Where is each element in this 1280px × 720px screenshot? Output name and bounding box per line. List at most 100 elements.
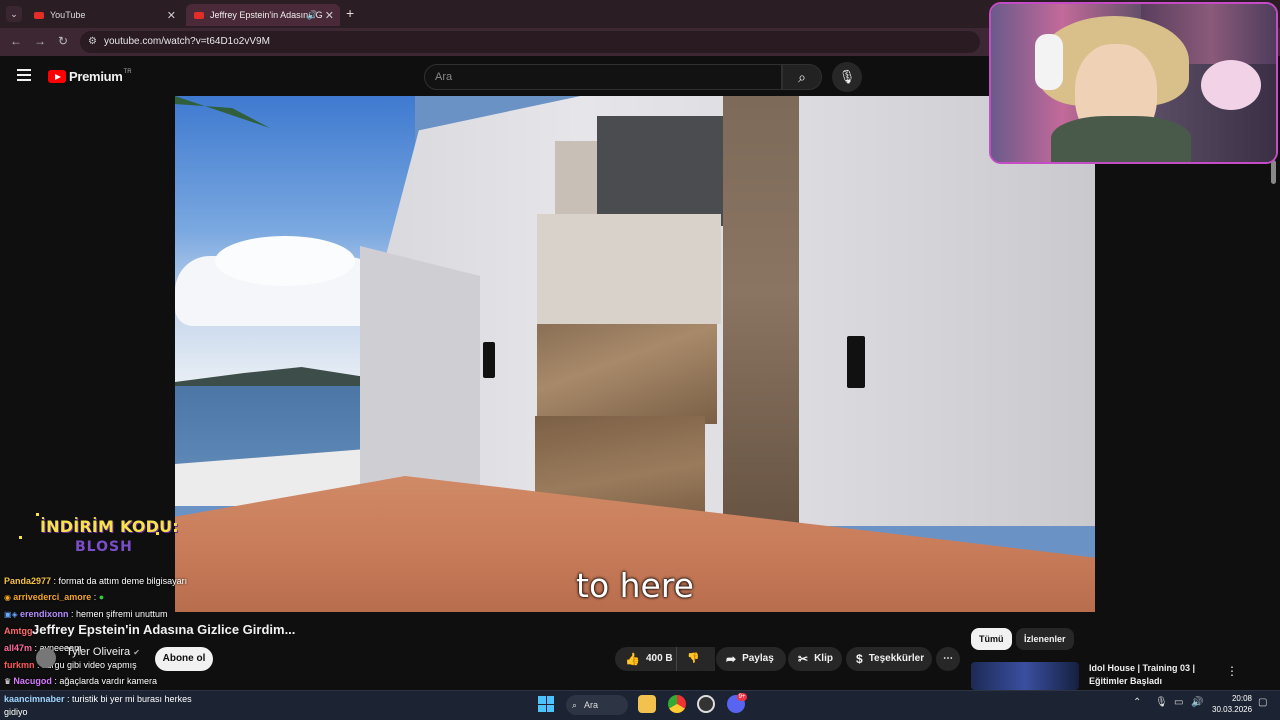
search-icon: ⌕	[798, 69, 806, 85]
channel-avatar[interactable]	[36, 648, 56, 668]
verified-icon: ✔	[133, 648, 140, 657]
chevron-up-icon[interactable]: ⌃	[1133, 697, 1141, 708]
chat-user: Nacugod	[13, 676, 52, 686]
chat-message: ◉ arrivederci_amore : ●	[4, 592, 104, 602]
youtube-favicon-icon	[34, 11, 44, 19]
chat-message: kaancimnaber : turistik bi yer mi burası…	[4, 693, 204, 719]
video-cloud	[215, 236, 355, 286]
close-icon[interactable]: ✕	[167, 9, 176, 22]
video-board	[537, 214, 721, 324]
speaker-icon[interactable]: 🔊	[307, 10, 318, 21]
video-board	[597, 116, 725, 226]
back-icon[interactable]: ←	[10, 34, 22, 48]
chat-user: all47m	[4, 643, 33, 653]
right-dark-area	[1095, 96, 1270, 612]
discord-notification-badge: 9+	[737, 693, 747, 701]
chat-message: furkmn : kurgu gibi video yapmış	[4, 660, 137, 670]
sparkle-icon	[36, 513, 39, 516]
microphone-icon: 🎙	[838, 69, 856, 84]
obs-icon[interactable]	[697, 695, 715, 713]
promo-code-label: İNDİRİM KODU:	[40, 517, 179, 536]
chat-user: furkmn	[4, 660, 35, 670]
logo-region: TR	[123, 68, 132, 75]
menu-icon[interactable]	[17, 69, 31, 81]
logo-text: Premium	[69, 69, 123, 84]
video-player[interactable]: to here	[175, 96, 1095, 612]
chat-message: ▣◈ erendixonn : hemen şifremi unuttum	[4, 609, 168, 619]
video-board	[723, 96, 799, 586]
clip-button[interactable]: ✂ Klip	[788, 647, 842, 671]
tab-search-button[interactable]: ⌄	[6, 6, 22, 22]
chat-message: ♛ Nacugod : ağaçlarda vardır kamera	[4, 676, 157, 686]
chip-watched[interactable]: İzlenenler	[1016, 628, 1074, 650]
share-label: Paylaş	[742, 653, 774, 664]
tab-label: YouTube	[50, 10, 86, 20]
badge-icon: ▣◈	[4, 610, 20, 619]
subscribe-button[interactable]: Abone ol	[155, 647, 213, 671]
volume-icon[interactable]: 🔊	[1191, 697, 1203, 708]
clock-date: 30.03.2026	[1212, 705, 1253, 714]
video-board	[537, 324, 717, 424]
chat-text: : hemen şifremi unuttum	[68, 609, 168, 619]
tab-youtube[interactable]: YouTube ✕	[26, 4, 182, 26]
chip-all[interactable]: Tümü	[971, 628, 1012, 650]
forward-icon[interactable]: →	[34, 34, 46, 48]
video-title: Jeffrey Epstein'in Adasına Gizlice Girdi…	[32, 622, 296, 637]
search-icon: ⌕	[572, 700, 578, 710]
chat-user: Panda2977	[4, 576, 52, 586]
badge-icon: ♛	[4, 677, 14, 686]
thanks-label: Teşekkürler	[868, 653, 925, 664]
sparkle-icon	[19, 536, 22, 539]
youtube-play-icon	[48, 70, 66, 83]
voice-search-button[interactable]: 🎙	[832, 62, 862, 92]
like-count: 400 B	[645, 653, 673, 664]
thanks-icon: $	[856, 652, 863, 666]
file-explorer-icon[interactable]	[638, 695, 656, 713]
dislike-button[interactable]: 👎	[676, 647, 710, 671]
chat-text: : ağaçlarda vardır kamera	[51, 676, 157, 686]
webcam-headset	[1035, 34, 1063, 90]
url-field[interactable]: ⚙ youtube.com/watch?v=t64D1o2vV9M	[80, 31, 980, 53]
chat-text: : format da attım deme bilgisayarı	[51, 576, 188, 586]
search-button[interactable]: ⌕	[782, 64, 822, 90]
chat-user: kaancimnaber	[4, 694, 65, 704]
page-scrollbar[interactable]	[1271, 160, 1276, 184]
close-icon[interactable]: ✕	[325, 9, 334, 22]
video-subtitle: to here	[576, 566, 694, 605]
webcam-plush	[1201, 60, 1261, 110]
recommendation-title[interactable]: Idol House | Training 03 | Eğitimler Baş…	[1089, 662, 1219, 688]
site-info-icon[interactable]: ⚙	[88, 31, 97, 53]
scissors-icon: ✂	[798, 652, 809, 666]
chrome-icon[interactable]	[668, 695, 686, 713]
chat-user: arrivederci_amore	[13, 592, 92, 602]
promo-code-value: BLOSH	[75, 539, 133, 555]
recommendation-thumbnail[interactable]	[971, 662, 1079, 690]
share-icon: ➦	[726, 652, 737, 666]
chat-text: :	[91, 592, 99, 602]
taskbar-search-label: Ara	[584, 700, 599, 710]
recommendation-menu-icon[interactable]: ⋮	[1226, 664, 1238, 678]
clock-time: 20:08	[1231, 694, 1252, 703]
more-actions-button[interactable]: ⋯	[936, 647, 960, 671]
microphone-icon[interactable]: 🎙	[1155, 697, 1168, 708]
share-button[interactable]: ➦ Paylaş	[716, 647, 786, 671]
video-lamp	[847, 336, 865, 388]
reload-icon[interactable]: ↻	[58, 34, 68, 48]
channel-name[interactable]: Tyler Oliveira ✔	[66, 646, 140, 658]
webcam-person-shirt	[1051, 116, 1191, 162]
chat-user: erendixonn	[19, 609, 69, 619]
network-icon[interactable]: ▭	[1174, 697, 1183, 708]
notification-icon[interactable]: ▢	[1258, 697, 1267, 708]
new-tab-button[interactable]: +	[346, 5, 354, 21]
windows-start-icon[interactable]	[538, 696, 554, 712]
clock[interactable]: 20:08 30.03.2026	[1212, 693, 1252, 715]
tab-video[interactable]: Jeffrey Epstein'in Adasına G 🔊 ✕	[186, 4, 340, 26]
clip-label: Klip	[814, 653, 833, 664]
taskbar-search[interactable]: ⌕ Ara	[566, 695, 628, 715]
chat-message: Panda2977 : format da attım deme bilgisa…	[4, 576, 187, 586]
thanks-button[interactable]: $ Teşekkürler	[846, 647, 932, 671]
youtube-premium-logo[interactable]: Premium TR	[48, 69, 132, 84]
url-text: youtube.com/watch?v=t64D1o2vV9M	[104, 36, 270, 47]
search-input[interactable]: Ara	[424, 64, 782, 90]
whatsapp-icon: ●	[98, 592, 105, 602]
